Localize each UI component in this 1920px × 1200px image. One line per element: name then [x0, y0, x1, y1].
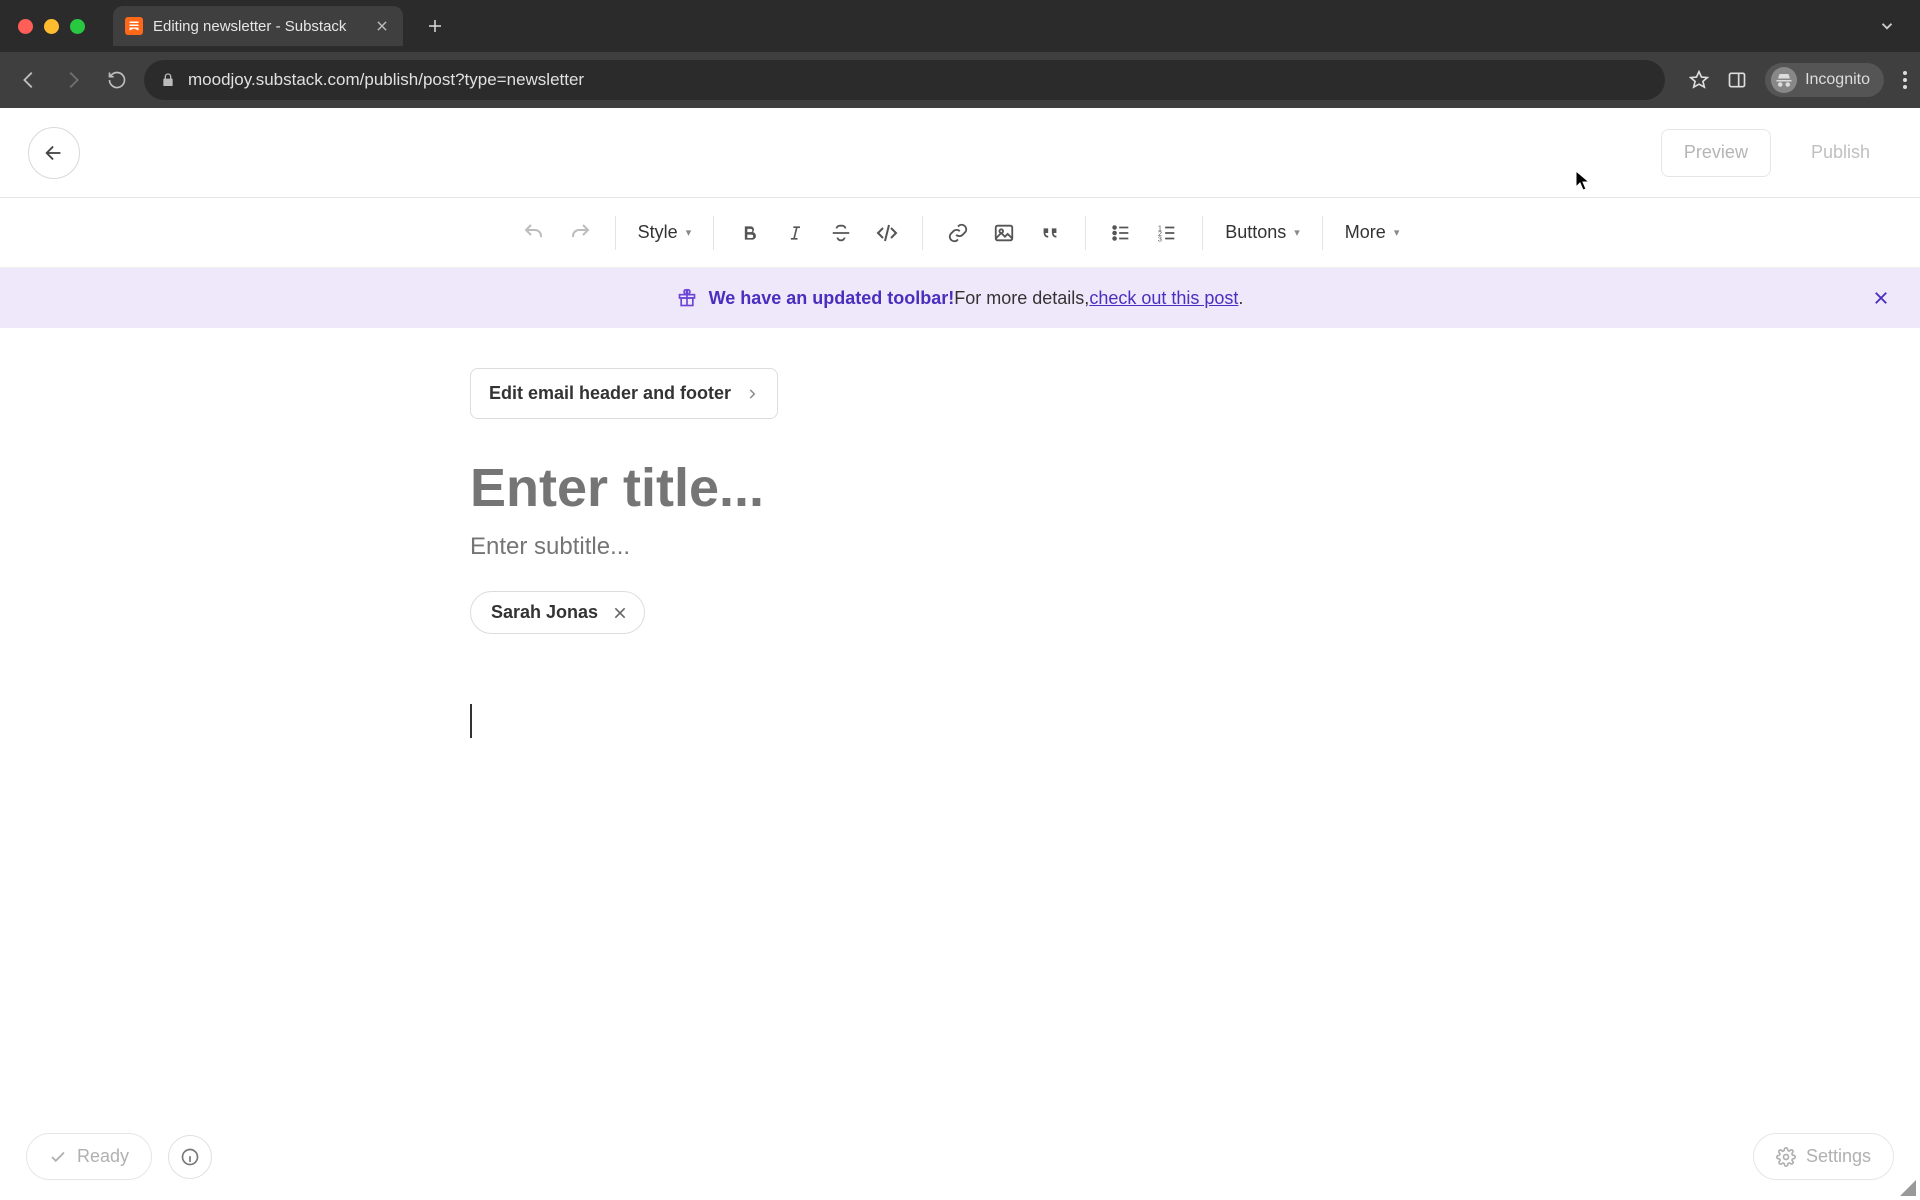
undo-icon[interactable]: [521, 220, 547, 246]
substack-favicon-icon: [125, 17, 143, 35]
browser-reload-button[interactable]: [100, 63, 134, 97]
link-icon[interactable]: [945, 220, 971, 246]
edit-hf-label: Edit email header and footer: [489, 383, 731, 404]
window-maximize-icon[interactable]: [70, 19, 85, 34]
image-icon[interactable]: [991, 220, 1017, 246]
incognito-icon: [1771, 67, 1797, 93]
bookmark-star-icon[interactable]: [1689, 70, 1709, 90]
author-name: Sarah Jonas: [491, 602, 598, 623]
app-header: Preview Publish: [0, 108, 1920, 198]
address-bar[interactable]: moodjoy.substack.com/publish/post?type=n…: [144, 60, 1665, 100]
incognito-label: Incognito: [1805, 71, 1870, 89]
window-minimize-icon[interactable]: [44, 19, 59, 34]
tabs-overflow-icon[interactable]: [1878, 17, 1896, 35]
numbered-list-icon[interactable]: 123: [1154, 220, 1180, 246]
banner-link[interactable]: check out this post: [1089, 288, 1238, 309]
banner-tail: .: [1238, 288, 1243, 309]
banner-plain-text: For more details,: [954, 288, 1089, 309]
banner-bold-text: We have an updated toolbar!: [709, 288, 955, 309]
browser-tab[interactable]: Editing newsletter - Substack: [113, 6, 403, 46]
publish-button[interactable]: Publish: [1789, 129, 1892, 177]
publish-label: Publish: [1811, 142, 1870, 162]
panel-icon[interactable]: [1727, 70, 1747, 90]
editor-area: Edit email header and footer Sarah Jonas: [0, 328, 1920, 738]
editor-footer: Ready Settings: [26, 1133, 1894, 1180]
body-text-cursor[interactable]: [470, 704, 472, 738]
info-button[interactable]: [168, 1135, 212, 1179]
edit-email-header-footer-button[interactable]: Edit email header and footer: [470, 368, 778, 419]
buttons-label: Buttons: [1225, 222, 1286, 243]
editor-back-button[interactable]: [28, 127, 80, 179]
tab-title: Editing newsletter - Substack: [153, 18, 346, 35]
svg-text:3: 3: [1158, 234, 1162, 243]
more-dropdown[interactable]: More ▾: [1345, 222, 1400, 243]
subtitle-input[interactable]: [470, 533, 1450, 561]
editor-toolbar: Style ▾ 123 Buttons ▾ More ▾: [0, 198, 1920, 268]
settings-button[interactable]: Settings: [1753, 1133, 1894, 1180]
settings-label: Settings: [1806, 1146, 1871, 1167]
browser-chrome: Editing newsletter - Substack moodjoy.su…: [0, 0, 1920, 108]
redo-icon[interactable]: [567, 220, 593, 246]
preview-label: Preview: [1684, 142, 1748, 163]
window-close-icon[interactable]: [18, 19, 33, 34]
title-input[interactable]: [470, 457, 1450, 519]
code-icon[interactable]: [874, 220, 900, 246]
window-traffic-lights[interactable]: [18, 19, 85, 34]
bullet-list-icon[interactable]: [1108, 220, 1134, 246]
buttons-dropdown[interactable]: Buttons ▾: [1225, 222, 1300, 243]
resize-grip-icon: [1900, 1180, 1916, 1196]
style-dropdown[interactable]: Style ▾: [638, 222, 692, 243]
browser-back-button[interactable]: [12, 63, 46, 97]
chevron-down-icon: ▾: [686, 226, 692, 239]
bold-icon[interactable]: [736, 220, 762, 246]
ready-status[interactable]: Ready: [26, 1133, 152, 1180]
gear-icon: [1776, 1147, 1796, 1167]
browser-menu-icon[interactable]: [1902, 70, 1908, 90]
chevron-down-icon: ▾: [1394, 226, 1400, 239]
italic-icon[interactable]: [782, 220, 808, 246]
tab-strip: Editing newsletter - Substack: [0, 0, 1920, 52]
chevron-right-icon: [745, 387, 759, 401]
more-label: More: [1345, 222, 1386, 243]
address-row: moodjoy.substack.com/publish/post?type=n…: [0, 52, 1920, 108]
remove-author-icon[interactable]: [612, 605, 628, 621]
info-banner: We have an updated toolbar! For more det…: [0, 268, 1920, 328]
incognito-indicator[interactable]: Incognito: [1765, 63, 1884, 97]
chevron-down-icon: ▾: [1294, 226, 1300, 239]
gift-icon: [677, 288, 697, 308]
preview-button[interactable]: Preview: [1661, 129, 1771, 177]
ready-label: Ready: [77, 1146, 129, 1167]
style-label: Style: [638, 222, 678, 243]
new-tab-button[interactable]: [419, 10, 451, 42]
author-chip[interactable]: Sarah Jonas: [470, 591, 645, 634]
tab-close-icon[interactable]: [375, 19, 389, 33]
blockquote-icon[interactable]: [1037, 220, 1063, 246]
browser-forward-button[interactable]: [56, 63, 90, 97]
lock-icon: [160, 72, 176, 88]
check-icon: [49, 1148, 67, 1166]
strikethrough-icon[interactable]: [828, 220, 854, 246]
url-text: moodjoy.substack.com/publish/post?type=n…: [188, 70, 584, 90]
banner-close-icon[interactable]: [1872, 289, 1890, 307]
